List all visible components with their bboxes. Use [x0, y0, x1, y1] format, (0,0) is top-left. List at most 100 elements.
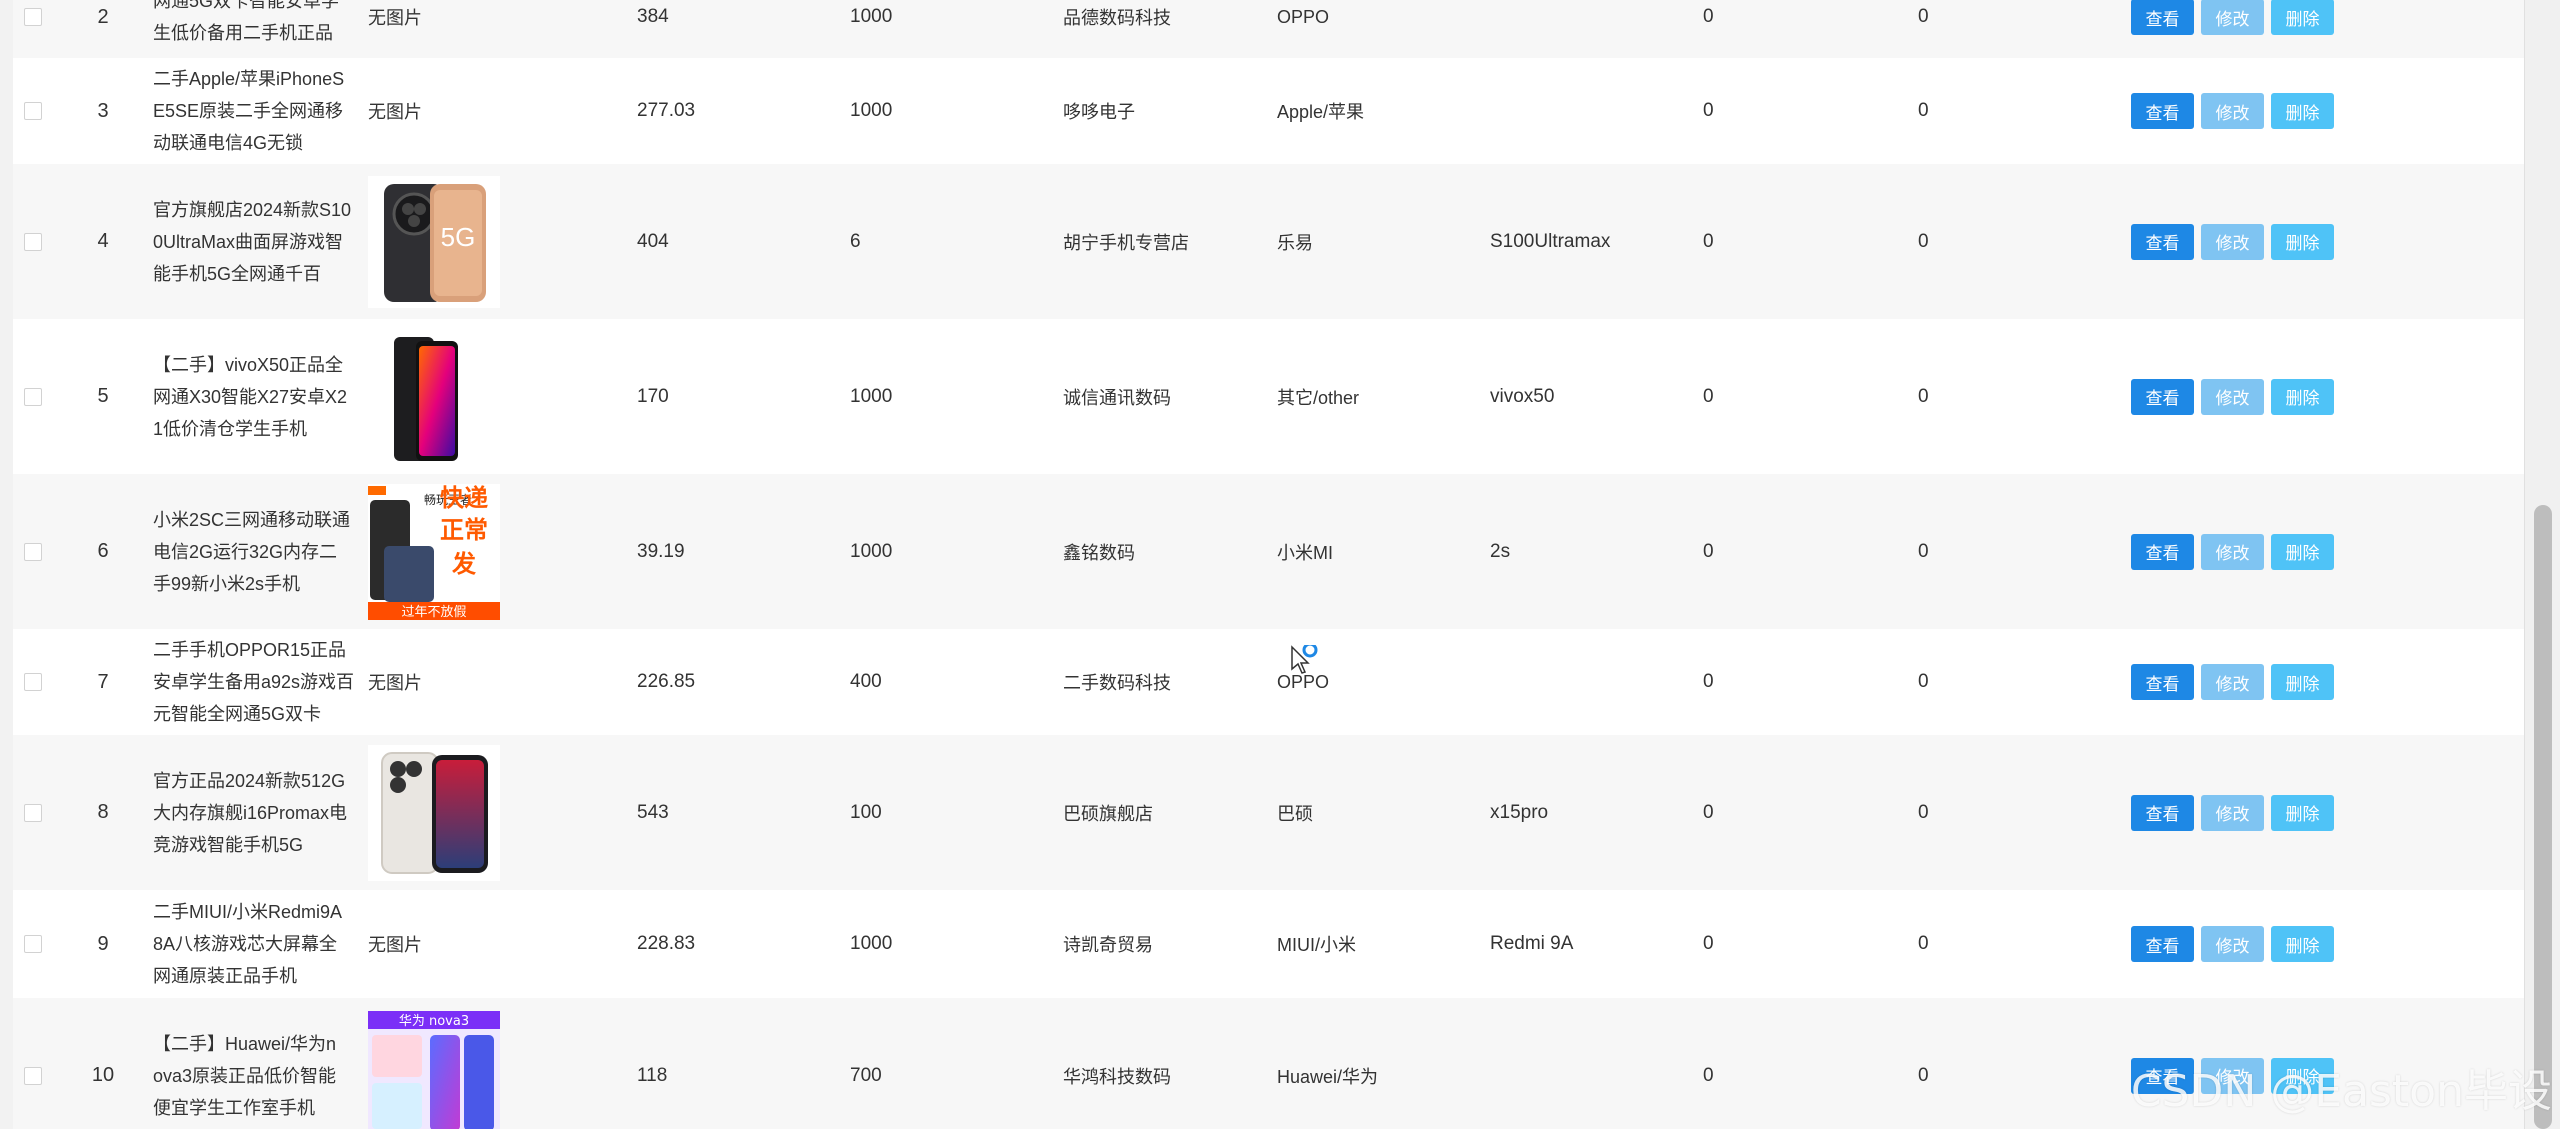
delete-button[interactable]: 删除	[2271, 378, 2334, 415]
row-checkbox-cell[interactable]	[18, 474, 48, 629]
row-checkbox-cell[interactable]	[18, 735, 48, 890]
row-actions: 查看 修改 删除	[2131, 58, 2361, 164]
thumbnail-overlay-text: 5G	[441, 222, 476, 252]
view-button[interactable]: 查看	[2131, 794, 2194, 831]
table-row: 8 官方正品2024新款512G 大内存旗舰i16Promax电 竞游戏智能手机5G	[13, 735, 2525, 891]
edit-button[interactable]: 修改	[2201, 926, 2264, 962]
delete-button[interactable]: 删除	[2271, 533, 2334, 570]
table-row: 4 官方旗舰店2024新款S10 0UltraMax曲面屏游戏智 能手机5G全网通千…	[13, 164, 2525, 320]
product-image	[368, 735, 518, 890]
product-count-b: 0	[1918, 933, 1929, 954]
delete-button[interactable]: 删除	[2271, 664, 2334, 700]
view-button[interactable]: 查看	[2131, 664, 2194, 700]
product-image-placeholder: 无图片	[368, 102, 422, 122]
view-button[interactable]: 查看	[2131, 93, 2194, 129]
row-checkbox[interactable]	[24, 673, 42, 691]
product-count-a: 0	[1703, 230, 1714, 252]
product-name: 二手手机OPPOR15正品 安卓学生备用a92s游戏百 元智能全网通5G双卡	[153, 640, 355, 724]
product-shop: 诗凯奇贸易	[1063, 935, 1153, 955]
delete-button[interactable]: 删除	[2271, 223, 2334, 260]
product-shop: 品德数码科技	[1063, 8, 1171, 28]
vertical-scrollbar[interactable]	[2524, 0, 2560, 1129]
row-number: 2	[97, 5, 109, 28]
product-stock: 700	[850, 1064, 882, 1086]
product-name: 官方正品2024新款512G 大内存旗舰i16Promax电 竞游戏智能手机5G	[153, 770, 348, 855]
product-brand: 小米MI	[1277, 542, 1333, 563]
product-shop: 诚信通讯数码	[1063, 387, 1171, 408]
edit-button[interactable]: 修改	[2201, 93, 2264, 129]
row-actions: 查看 修改 删除	[2131, 0, 2361, 58]
table-row: 2 网通5G双卡智能安卓学 生低价备用二手机正品 无图片 384 1000 品德数…	[13, 0, 2525, 59]
view-button[interactable]: 查看	[2131, 378, 2194, 415]
view-button[interactable]: 查看	[2131, 0, 2194, 35]
edit-button[interactable]: 修改	[2201, 223, 2264, 260]
row-checkbox[interactable]	[24, 232, 42, 251]
row-checkbox-cell[interactable]	[18, 998, 48, 1129]
delete-button[interactable]: 删除	[2271, 794, 2334, 831]
view-button[interactable]: 查看	[2131, 533, 2194, 570]
edit-button[interactable]: 修改	[2201, 0, 2264, 35]
product-name: 二手MIUI/小米Redmi9A 8A八核游戏芯大屏幕全 网通原装正品手机	[153, 902, 343, 986]
table-row: 9 二手MIUI/小米Redmi9A 8A八核游戏芯大屏幕全 网通原装正品手机 无图…	[13, 890, 2525, 999]
edit-button[interactable]: 修改	[2201, 664, 2264, 700]
row-actions: 查看 修改 删除	[2131, 629, 2361, 735]
product-count-a: 0	[1703, 385, 1714, 407]
row-checkbox[interactable]	[24, 1066, 42, 1085]
product-count-b: 0	[1918, 801, 1929, 823]
row-checkbox[interactable]	[24, 803, 42, 822]
row-checkbox[interactable]	[24, 8, 42, 26]
row-actions: 查看 修改 删除	[2131, 474, 2361, 629]
product-brand: 其它/other	[1277, 387, 1360, 408]
product-stock: 1000	[850, 385, 893, 407]
edit-button[interactable]: 修改	[2201, 378, 2264, 415]
row-actions: 查看 修改 删除	[2131, 890, 2361, 998]
product-image: 5G	[368, 164, 518, 319]
product-name: 二手Apple/苹果iPhoneS E5SE原装二手全网通移 动联通电信4G无锁	[153, 69, 345, 153]
row-checkbox-cell[interactable]	[18, 629, 48, 735]
row-checkbox[interactable]	[24, 542, 42, 561]
scrollbar-thumb[interactable]	[2534, 505, 2552, 1129]
delete-button[interactable]: 删除	[2271, 0, 2334, 35]
table-row: 7 二手手机OPPOR15正品 安卓学生备用a92s游戏百 元智能全网通5G双卡 无…	[13, 629, 2525, 736]
row-number: 8	[97, 801, 109, 823]
row-checkbox-cell[interactable]	[18, 0, 48, 58]
delete-button[interactable]: 删除	[2271, 93, 2334, 129]
edit-button[interactable]: 修改	[2201, 794, 2264, 831]
watermark: CSDN @Easton毕设	[2130, 1066, 2552, 1117]
product-count-a: 0	[1703, 100, 1714, 121]
row-checkbox-cell[interactable]	[18, 890, 48, 998]
row-number: 9	[97, 932, 109, 955]
product-count-a: 0	[1703, 933, 1714, 954]
delete-button[interactable]: 删除	[2271, 926, 2334, 962]
row-checkbox[interactable]	[24, 935, 42, 953]
product-brand: 乐易	[1277, 232, 1313, 253]
product-brand: Huawei/华为	[1277, 1066, 1379, 1087]
product-image-placeholder: 无图片	[368, 935, 422, 955]
view-button[interactable]: 查看	[2131, 223, 2194, 260]
product-stock: 1000	[850, 6, 893, 27]
phone-thumbnail-image: 华为 nova3	[368, 1010, 500, 1129]
product-model	[1490, 58, 1690, 164]
product-model: Redmi 9A	[1490, 933, 1574, 954]
edit-button[interactable]: 修改	[2201, 533, 2264, 570]
row-checkbox[interactable]	[24, 102, 42, 120]
row-checkbox[interactable]	[24, 387, 42, 406]
product-model	[1490, 629, 1690, 735]
row-checkbox-cell[interactable]	[18, 164, 48, 319]
product-price: 277.03	[637, 100, 696, 121]
product-brand: 巴硕	[1277, 803, 1313, 824]
promo-text-4: 发	[451, 550, 476, 578]
product-count-a: 0	[1703, 540, 1714, 562]
thumbnail-brand-text: 华为 nova3	[399, 1014, 469, 1029]
view-button[interactable]: 查看	[2131, 926, 2194, 962]
row-checkbox-cell[interactable]	[18, 58, 48, 164]
promo-text-3: 正常	[440, 516, 488, 544]
row-number: 10	[91, 1064, 115, 1086]
product-name: 【二手】Huawei/华为n ova3原装正品低价智能 便宜学生工作室手机	[153, 1033, 337, 1118]
product-image: 华为 nova3	[368, 998, 518, 1129]
row-checkbox-cell[interactable]	[18, 319, 48, 474]
product-name: 网通5G双卡智能安卓学 生低价备用二手机正品	[153, 0, 340, 43]
row-number: 5	[97, 385, 109, 407]
product-shop: 鑫铭数码	[1063, 542, 1135, 563]
product-stock: 1000	[850, 540, 893, 562]
